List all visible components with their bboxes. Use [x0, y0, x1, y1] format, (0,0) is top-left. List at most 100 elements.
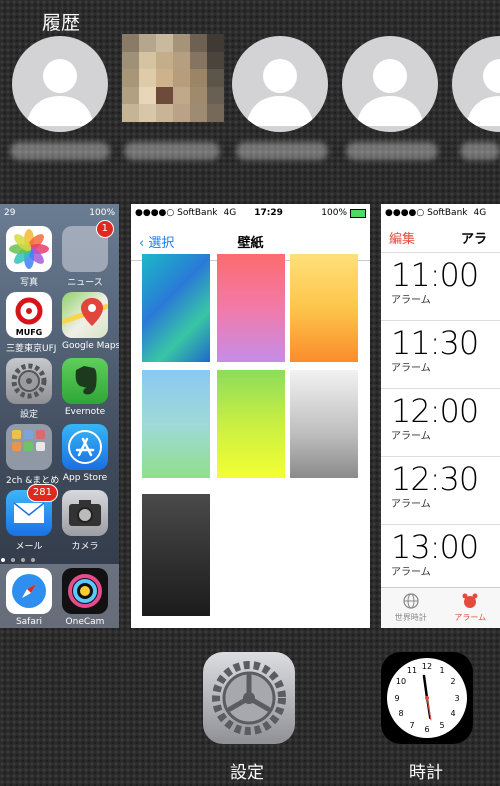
globe-icon [403, 593, 419, 609]
page-title: アラ [461, 231, 488, 247]
alarm-row[interactable]: 13:00 アラーム [381, 525, 500, 593]
app-evernote[interactable]: Evernote [62, 358, 108, 417]
google-maps-icon [61, 292, 109, 338]
app-news-folder[interactable]: 1 ニュース [62, 220, 114, 288]
contact-avatar-1[interactable] [12, 36, 108, 132]
alarm-row[interactable]: 12:30 アラーム [381, 457, 500, 525]
tab-label: 世界時計 [394, 613, 427, 622]
status-bar: 29 100% [0, 204, 119, 222]
status-bar: ●●●●○ SoftBank 4G [381, 204, 500, 222]
svg-text:9: 9 [394, 694, 399, 703]
status-time: 29 [4, 208, 16, 218]
alarm-row[interactable]: 11:00 アラーム [381, 253, 500, 321]
wallpaper-thumb[interactable] [142, 494, 210, 616]
2ch-folder-icon [6, 424, 52, 470]
carrier-label: ●●●●○ SoftBank [135, 208, 218, 218]
mufg-icon: MUFG [6, 292, 52, 338]
history-title: 履歴 [42, 12, 81, 34]
svg-text:6: 6 [424, 725, 429, 734]
app-mufg[interactable]: MUFG 三菱東京UFJ [6, 292, 57, 354]
photos-icon [6, 226, 52, 272]
mufg-logo-text: MUFG [15, 328, 43, 337]
svg-text:11: 11 [407, 666, 417, 675]
safari-icon [6, 568, 52, 614]
person-icon [12, 36, 108, 132]
contact-name-redacted [460, 142, 500, 160]
app-label: カメラ [71, 542, 99, 552]
svg-text:7: 7 [409, 721, 414, 730]
app-settings[interactable]: 設定 [6, 358, 52, 420]
status-battery: 100% [89, 208, 115, 218]
app-safari[interactable]: Safari [6, 568, 52, 627]
person-icon [232, 36, 328, 132]
mail-icon: 281 [6, 484, 58, 536]
svg-text:10: 10 [396, 677, 406, 686]
alarm-row[interactable]: 11:30 アラーム [381, 321, 500, 389]
contact-name-redacted [346, 142, 438, 160]
wallpaper-thumb[interactable] [142, 370, 210, 478]
tab-label: アラーム [454, 613, 487, 622]
person-icon [452, 36, 500, 132]
app-2ch-folder[interactable]: 2ch &まとめ [6, 424, 59, 486]
app-label: OneCam [65, 617, 105, 627]
contact-avatar-4[interactable] [452, 36, 500, 132]
app-label: 三菱東京UFJ [6, 344, 57, 354]
page-title: 壁紙 [237, 235, 264, 251]
status-time: 17:29 [254, 208, 283, 218]
camera-icon [62, 490, 108, 536]
svg-text:5: 5 [439, 721, 444, 730]
contact-name-redacted [236, 142, 328, 160]
person-icon [342, 36, 438, 132]
app-app-store[interactable]: App Store [62, 424, 108, 483]
clock-app-icon[interactable]: 12 1 2 3 45 6 7 8 9 10 11 [381, 652, 473, 744]
nav-bar: 編集 アラ [381, 222, 500, 253]
app-label: Evernote [64, 407, 106, 417]
app-camera[interactable]: カメラ [62, 490, 108, 552]
wallpaper-thumb[interactable] [142, 254, 210, 362]
wallpaper-thumb[interactable] [290, 370, 358, 478]
app-mail[interactable]: 281 メール [6, 484, 58, 552]
svg-text:3: 3 [454, 694, 459, 703]
network-label: 4G [223, 208, 237, 218]
wallpaper-thumb[interactable] [217, 370, 285, 478]
evernote-icon [62, 358, 108, 404]
app-onecam[interactable]: OneCam [62, 568, 108, 627]
wallpaper-thumb[interactable] [290, 254, 358, 362]
app-google-maps[interactable]: Google Maps [61, 292, 119, 351]
gear-icon [6, 358, 52, 404]
app-card-wallpaper[interactable]: ●●●●○ SoftBank 4G 17:29 100% ‹ 選択 壁紙 [131, 204, 370, 628]
contact-avatar-2[interactable] [232, 36, 328, 132]
settings-app-icon[interactable] [203, 652, 295, 744]
status-bar: ●●●●○ SoftBank 4G 17:29 100% [131, 204, 370, 222]
contact-name-redacted [124, 142, 220, 160]
tab-world-clock[interactable]: 世界時計 [381, 588, 441, 628]
svg-text:2: 2 [450, 677, 455, 686]
contact-photo-pixelated[interactable] [122, 34, 224, 122]
app-card-clock[interactable]: ●●●●○ SoftBank 4G 編集 アラ 11:00 アラーム 11:30… [381, 204, 500, 628]
edit-button[interactable]: 編集 [389, 228, 415, 247]
page-indicator [0, 548, 40, 562]
app-label: 写真 [19, 278, 38, 288]
app-photos[interactable]: 写真 [6, 226, 52, 288]
tab-bar: 世界時計 アラーム [381, 587, 500, 628]
wallpaper-thumb[interactable] [217, 254, 285, 362]
alarm-row[interactable]: 12:00 アラーム [381, 389, 500, 457]
status-battery: 100% [321, 208, 347, 218]
tab-alarm[interactable]: アラーム [441, 588, 500, 628]
contact-name-redacted [10, 142, 110, 160]
battery-icon [350, 208, 366, 218]
svg-text:12: 12 [422, 662, 432, 671]
svg-text:1: 1 [439, 666, 444, 675]
app-card-home-screen[interactable]: 29 100% 写真 1 ニュース MUFG 三菱東京UFJ Google Ma… [0, 204, 119, 628]
notification-badge: 281 [26, 484, 58, 502]
contact-avatar-3[interactable] [342, 36, 438, 132]
news-folder-icon: 1 [62, 220, 114, 272]
alarm-clock-icon [462, 593, 478, 608]
app-store-icon [62, 424, 108, 470]
app-label: ニュース [67, 278, 103, 288]
svg-text:8: 8 [398, 709, 403, 718]
clock-face-icon: 12 12 3 45 6 7 8 9 1011 [387, 658, 467, 738]
gear-icon [212, 661, 286, 735]
network-label: 4G [473, 208, 487, 218]
carrier-label: ●●●●○ SoftBank [385, 208, 468, 218]
